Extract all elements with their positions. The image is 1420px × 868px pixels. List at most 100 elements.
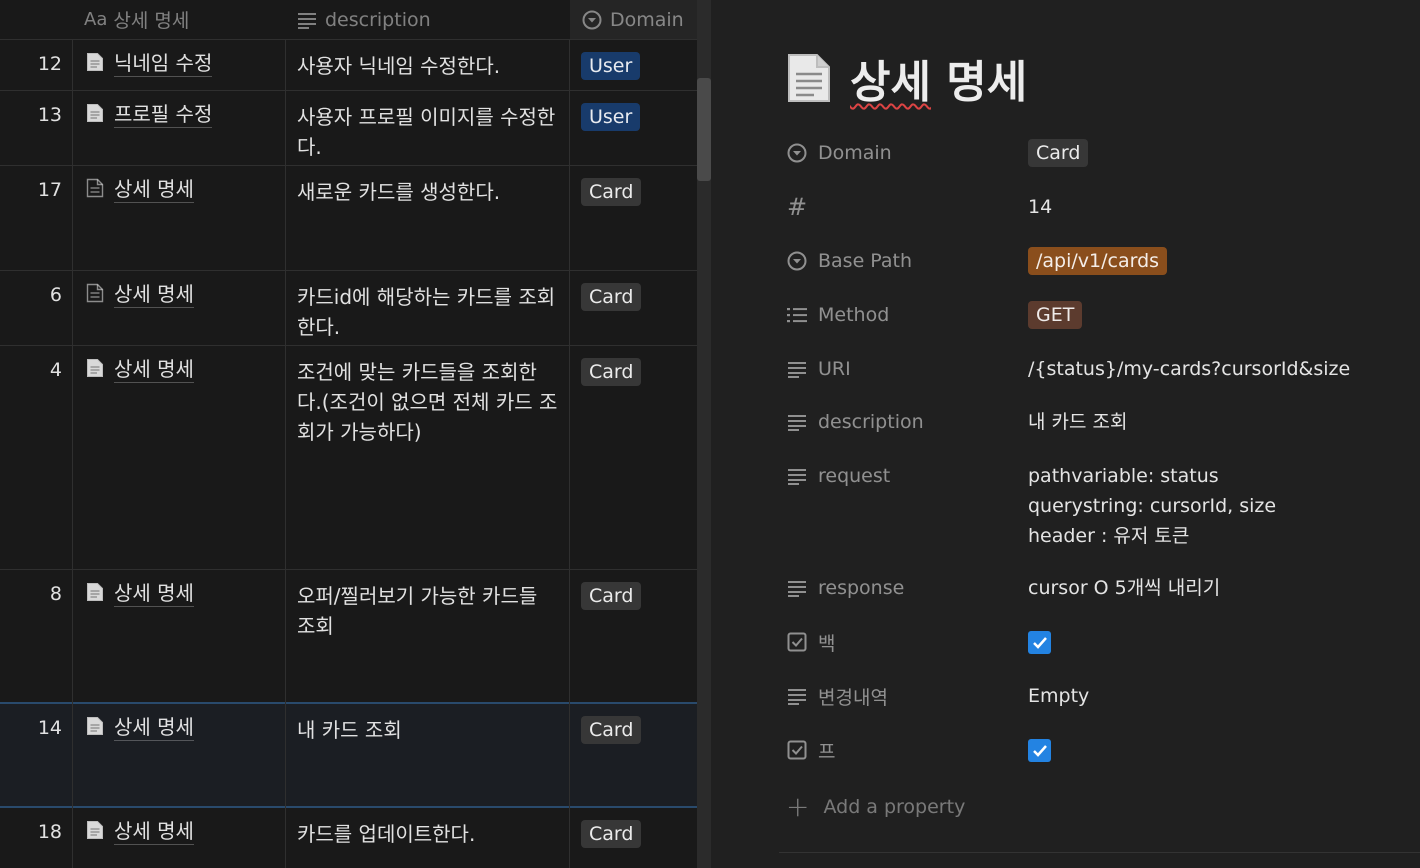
property-changes[interactable]: 변경내역 Empty: [786, 681, 1406, 711]
domain-tag: Card: [581, 178, 642, 206]
row-number: 18: [37, 821, 62, 843]
property-front-label: 프: [786, 735, 1028, 765]
property-description-label: description: [786, 407, 1028, 437]
property-changes-value[interactable]: Empty: [1028, 681, 1089, 711]
property-uri[interactable]: URI /{status}/my-cards?cursorId&size: [786, 354, 1406, 384]
row-number: 4: [49, 359, 62, 381]
row-description[interactable]: 사용자 프로필 이미지를 수정한다.: [297, 102, 559, 162]
row-domain[interactable]: User: [581, 103, 641, 131]
bulleted-list-icon: [787, 308, 807, 323]
page-detail-panel: 상세 명세 Domain Card # 14 Base Path /api/v1…: [711, 0, 1420, 868]
row-domain[interactable]: Card: [581, 358, 642, 386]
row-number: 8: [49, 583, 62, 605]
property-response-name: response: [818, 577, 905, 599]
table-row[interactable]: 13 프로필 수정 사용자 프로필 이미지를 수정한다. User: [0, 91, 697, 166]
column-header-domain[interactable]: Domain: [570, 0, 697, 39]
domain-tag[interactable]: Card: [1028, 139, 1089, 167]
property-request-name: request: [818, 465, 891, 487]
page-title: 상세 명세: [786, 46, 1027, 110]
property-back[interactable]: 백: [786, 627, 1406, 657]
add-property-button[interactable]: + Add a property: [786, 790, 965, 823]
column-divider: [72, 40, 73, 868]
row-description[interactable]: 카드id에 해당하는 카드를 조회한다.: [297, 282, 559, 342]
property-front[interactable]: 프: [786, 735, 1406, 765]
base-path-tag[interactable]: /api/v1/cards: [1028, 247, 1168, 275]
table-row[interactable]: 8 상세 명세 오퍼/찔러보기 가능한 카드들 조회 Card: [0, 570, 697, 704]
request-line: pathvariable: status: [1028, 465, 1219, 487]
property-base-path-name: Base Path: [818, 250, 913, 272]
table-row[interactable]: 4 상세 명세 조건에 맞는 카드들을 조회한다.(조건이 없으면 전체 카드 조회…: [0, 346, 697, 570]
property-response-value[interactable]: cursor O 5개씩 내리기: [1028, 573, 1220, 603]
row-description[interactable]: 오퍼/찔러보기 가능한 카드들 조회: [297, 581, 559, 641]
property-request-value[interactable]: pathvariable: status querystring: cursor…: [1028, 461, 1276, 551]
row-title[interactable]: 닉네임 수정: [86, 50, 213, 77]
domain-tag: Card: [581, 283, 642, 311]
table-row[interactable]: 6 상세 명세 카드id에 해당하는 카드를 조회한다. Card: [0, 271, 697, 346]
empty-page-icon: [86, 178, 104, 203]
property-response[interactable]: response cursor O 5개씩 내리기: [786, 573, 1406, 603]
text-type-icon: Aa: [84, 9, 108, 30]
property-description-value[interactable]: 내 카드 조회: [1028, 407, 1127, 437]
domain-tag: Card: [581, 358, 642, 386]
page-title-text[interactable]: 상세 명세: [850, 46, 1027, 110]
row-title[interactable]: 상세 명세: [86, 176, 194, 203]
property-domain-name: Domain: [818, 142, 892, 164]
page-icon: [86, 358, 104, 383]
method-tag[interactable]: GET: [1028, 301, 1083, 329]
row-domain[interactable]: Card: [581, 582, 642, 610]
row-title[interactable]: 상세 명세: [86, 818, 194, 845]
row-domain[interactable]: Card: [581, 178, 642, 206]
row-domain[interactable]: User: [581, 52, 641, 80]
row-number: 12: [37, 53, 62, 75]
column-header-title-label: 상세 명세: [113, 10, 190, 32]
property-uri-label: URI: [786, 354, 1028, 384]
property-description[interactable]: description 내 카드 조회: [786, 407, 1406, 437]
row-number: 6: [49, 284, 62, 306]
column-divider: [285, 40, 286, 868]
property-uri-value[interactable]: /{status}/my-cards?cursorId&size: [1028, 354, 1350, 384]
row-description[interactable]: 내 카드 조회: [297, 715, 559, 745]
column-header-title[interactable]: Aa 상세 명세: [84, 0, 189, 39]
table-row[interactable]: 14 상세 명세 내 카드 조회 Card: [0, 702, 697, 808]
row-number: 13: [37, 104, 62, 126]
table-row[interactable]: 17 상세 명세 새로운 카드를 생성한다. Card: [0, 166, 697, 271]
table-row[interactable]: 12 닉네임 수정 사용자 닉네임 수정한다. User: [0, 40, 697, 91]
property-number-label: #: [786, 192, 1028, 222]
page-title-rest: 명세: [930, 57, 1028, 108]
row-number: 14: [37, 717, 62, 739]
column-header-domain-label: Domain: [610, 8, 684, 31]
row-title[interactable]: 상세 명세: [86, 281, 194, 308]
row-description[interactable]: 조건에 맞는 카드들을 조회한다.(조건이 없으면 전체 카드 조회가 가능하다…: [297, 357, 559, 447]
domain-tag: Card: [581, 820, 642, 848]
column-header-description-label: description: [325, 8, 431, 31]
row-domain[interactable]: Card: [581, 283, 642, 311]
plus-icon: +: [786, 790, 810, 823]
property-number[interactable]: # 14: [786, 192, 1406, 222]
row-domain[interactable]: Card: [581, 820, 642, 848]
column-header-description[interactable]: description: [297, 0, 431, 39]
row-description[interactable]: 사용자 닉네임 수정한다.: [297, 51, 559, 81]
divider: [779, 852, 1420, 853]
property-method[interactable]: Method GET: [786, 300, 1406, 330]
row-title[interactable]: 상세 명세: [86, 714, 194, 741]
row-domain[interactable]: Card: [581, 716, 642, 744]
property-domain[interactable]: Domain Card: [786, 138, 1406, 168]
row-description[interactable]: 새로운 카드를 생성한다.: [297, 177, 559, 207]
property-number-value[interactable]: 14: [1028, 192, 1052, 222]
property-base-path-label: Base Path: [786, 246, 1028, 276]
row-title[interactable]: 프로필 수정: [86, 101, 213, 128]
page-title-spellcheck: 상세: [850, 57, 931, 108]
front-checkbox[interactable]: [1028, 739, 1051, 762]
property-base-path[interactable]: Base Path /api/v1/cards: [786, 246, 1406, 276]
property-request[interactable]: request pathvariable: status querystring…: [786, 461, 1406, 551]
property-request-label: request: [786, 461, 1028, 491]
row-title[interactable]: 상세 명세: [86, 580, 194, 607]
table-row[interactable]: 18 상세 명세 카드를 업데이트한다. Card: [0, 808, 697, 868]
row-title-text: 상세 명세: [114, 715, 194, 741]
back-checkbox[interactable]: [1028, 631, 1051, 654]
property-front-name: 프: [818, 740, 836, 763]
row-description[interactable]: 카드를 업데이트한다.: [297, 819, 559, 849]
page-icon: [86, 103, 104, 128]
row-title[interactable]: 상세 명세: [86, 356, 194, 383]
scrollbar-thumb[interactable]: [697, 78, 711, 181]
